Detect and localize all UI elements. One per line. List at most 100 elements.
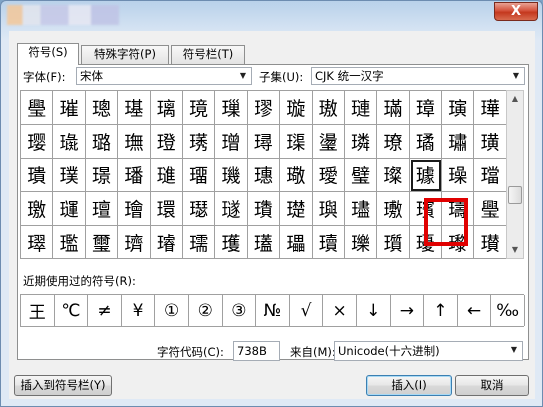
- symbol-cell[interactable]: 璽: [86, 226, 119, 258]
- symbol-cell[interactable]: 璀: [53, 91, 86, 125]
- symbol-cell[interactable]: 璅: [215, 91, 248, 125]
- symbol-cell[interactable]: 璷: [377, 192, 410, 227]
- symbol-cell[interactable]: 瓁: [215, 226, 248, 258]
- close-button[interactable]: X: [494, 2, 538, 21]
- symbol-cell[interactable]: 璉: [344, 91, 378, 125]
- symbol-cell[interactable]: 璋: [409, 91, 443, 125]
- symbol-cell[interactable]: 璺: [21, 91, 54, 125]
- symbol-cell[interactable]: 璎: [21, 124, 54, 159]
- char-code-input[interactable]: 738B: [233, 341, 280, 361]
- symbol-cell[interactable]: 璮: [85, 192, 119, 227]
- symbol-cell[interactable]: 璬: [21, 192, 54, 227]
- symbol-cell[interactable]: 璟: [85, 158, 119, 193]
- recent-symbol-cell[interactable]: √: [290, 295, 324, 326]
- symbol-cell[interactable]: 璞: [53, 158, 86, 193]
- symbol-cell[interactable]: 璢: [182, 158, 216, 193]
- symbol-cell[interactable]: 璚: [409, 124, 443, 159]
- symbol-cell[interactable]: 璸: [409, 192, 443, 227]
- recent-symbol-cell[interactable]: ③: [223, 295, 257, 326]
- symbol-cell[interactable]: 瓇: [410, 226, 443, 258]
- symbol-cell[interactable]: 璺: [474, 192, 506, 227]
- recent-symbol-cell[interactable]: ↑: [424, 295, 458, 326]
- symbol-cell[interactable]: 瓆: [377, 226, 410, 258]
- recent-symbol-cell[interactable]: ¥: [122, 295, 156, 326]
- symbol-cell[interactable]: 璇: [280, 91, 313, 125]
- symbol-cell[interactable]: 璆: [247, 91, 281, 125]
- recent-symbol-cell[interactable]: ←: [458, 295, 492, 326]
- symbol-cell[interactable]: 璭: [53, 192, 86, 227]
- symbol-cell[interactable]: 環: [150, 192, 183, 227]
- symbol-cell[interactable]: 璍: [474, 91, 506, 125]
- recent-symbol-cell[interactable]: №: [256, 295, 290, 326]
- symbol-cell[interactable]: 璗: [312, 124, 345, 159]
- symbol-cell[interactable]: 璒: [150, 124, 183, 159]
- scroll-down-icon[interactable]: ▼: [507, 242, 523, 258]
- symbol-cell[interactable]: 璫: [474, 158, 506, 193]
- symbol-cell[interactable]: 璿: [151, 226, 183, 258]
- symbol-cell[interactable]: 璄: [182, 91, 216, 125]
- symbol-cell[interactable]: 璓: [182, 124, 216, 159]
- symbol-cell[interactable]: 璃: [150, 91, 183, 125]
- symbol-cell[interactable]: 璲: [215, 192, 248, 227]
- tab-symbol-bar[interactable]: 符号栏(T): [171, 45, 245, 64]
- symbol-cell[interactable]: 璜: [474, 124, 506, 159]
- symbol-cell[interactable]: 璨: [377, 158, 410, 193]
- cancel-button[interactable]: 取消: [455, 375, 529, 396]
- insert-button[interactable]: 插入(I): [366, 375, 452, 396]
- symbol-cell[interactable]: 璊: [377, 91, 410, 125]
- symbol-cell[interactable]: 璴: [280, 192, 313, 227]
- symbol-cell[interactable]: 璑: [118, 124, 151, 159]
- recent-symbol-cell[interactable]: ↓: [357, 295, 391, 326]
- symbol-cell[interactable]: 璾: [118, 226, 151, 258]
- symbol-cell[interactable]: 瓄: [313, 226, 345, 258]
- tab-special-chars[interactable]: 特殊字符(P): [81, 45, 169, 64]
- recent-symbol-cell[interactable]: ‰: [491, 295, 525, 326]
- symbol-cell[interactable]: 璪: [442, 158, 475, 193]
- recent-symbol-cell[interactable]: ℃: [55, 295, 89, 326]
- symbol-cell[interactable]: 璁: [85, 91, 119, 125]
- symbol-cell[interactable]: 璈: [312, 91, 345, 125]
- symbol-cell[interactable]: 瓂: [248, 226, 281, 258]
- symbol-cell[interactable]: 璩: [409, 158, 443, 193]
- symbol-cell[interactable]: 瓀: [183, 226, 216, 258]
- recent-symbol-cell[interactable]: →: [391, 295, 425, 326]
- symbol-cell[interactable]: 璐: [85, 124, 119, 159]
- tab-symbols[interactable]: 符号(S): [17, 43, 79, 65]
- symbol-cell[interactable]: 瓉: [474, 226, 506, 258]
- symbol-cell[interactable]: 璶: [344, 192, 378, 227]
- font-select[interactable]: 宋体 ▼: [76, 67, 252, 85]
- symbol-cell[interactable]: 璛: [442, 124, 475, 159]
- symbol-cell[interactable]: 璯: [118, 192, 151, 227]
- symbol-cell[interactable]: 璹: [442, 192, 475, 227]
- symbol-cell[interactable]: 璡: [150, 158, 183, 193]
- symbol-cell[interactable]: 璘: [344, 124, 378, 159]
- scroll-up-icon[interactable]: ▲: [507, 91, 523, 107]
- symbol-grid-scrollbar[interactable]: ▲ ▼: [506, 90, 524, 259]
- symbol-cell[interactable]: 璼: [53, 226, 86, 258]
- symbol-cell[interactable]: 璖: [280, 124, 313, 159]
- recent-symbol-cell[interactable]: 王: [21, 295, 55, 326]
- symbol-cell[interactable]: 瓃: [280, 226, 313, 258]
- from-select[interactable]: Unicode(十六进制) ▼: [334, 341, 523, 361]
- scrollbar-thumb[interactable]: [508, 186, 522, 204]
- symbol-cell[interactable]: 瓈: [442, 226, 475, 258]
- recent-symbol-cell[interactable]: ①: [155, 295, 189, 326]
- recent-symbol-cell[interactable]: ②: [189, 295, 223, 326]
- symbol-cell[interactable]: 璝: [21, 158, 54, 193]
- symbol-cell[interactable]: 璥: [280, 158, 313, 193]
- insert-to-symbol-bar-button[interactable]: 插入到符号栏(Y): [14, 375, 112, 396]
- symbol-cell[interactable]: 璱: [182, 192, 216, 227]
- symbol-cell[interactable]: 璳: [247, 192, 281, 227]
- symbol-cell[interactable]: 璦: [312, 158, 345, 193]
- symbol-cell[interactable]: 璌: [442, 91, 475, 125]
- subset-select[interactable]: CJK 统一汉字 ▼: [311, 67, 525, 85]
- symbol-cell[interactable]: 瓅: [345, 226, 378, 258]
- symbol-cell[interactable]: 璤: [247, 158, 281, 193]
- symbol-cell[interactable]: 璻: [21, 226, 54, 258]
- symbol-cell[interactable]: 璙: [377, 124, 410, 159]
- symbol-cell[interactable]: 璔: [215, 124, 248, 159]
- symbol-cell[interactable]: 璕: [247, 124, 281, 159]
- symbol-cell[interactable]: 璣: [215, 158, 248, 193]
- symbol-cell[interactable]: 璏: [53, 124, 86, 159]
- symbol-cell[interactable]: 璧: [344, 158, 378, 193]
